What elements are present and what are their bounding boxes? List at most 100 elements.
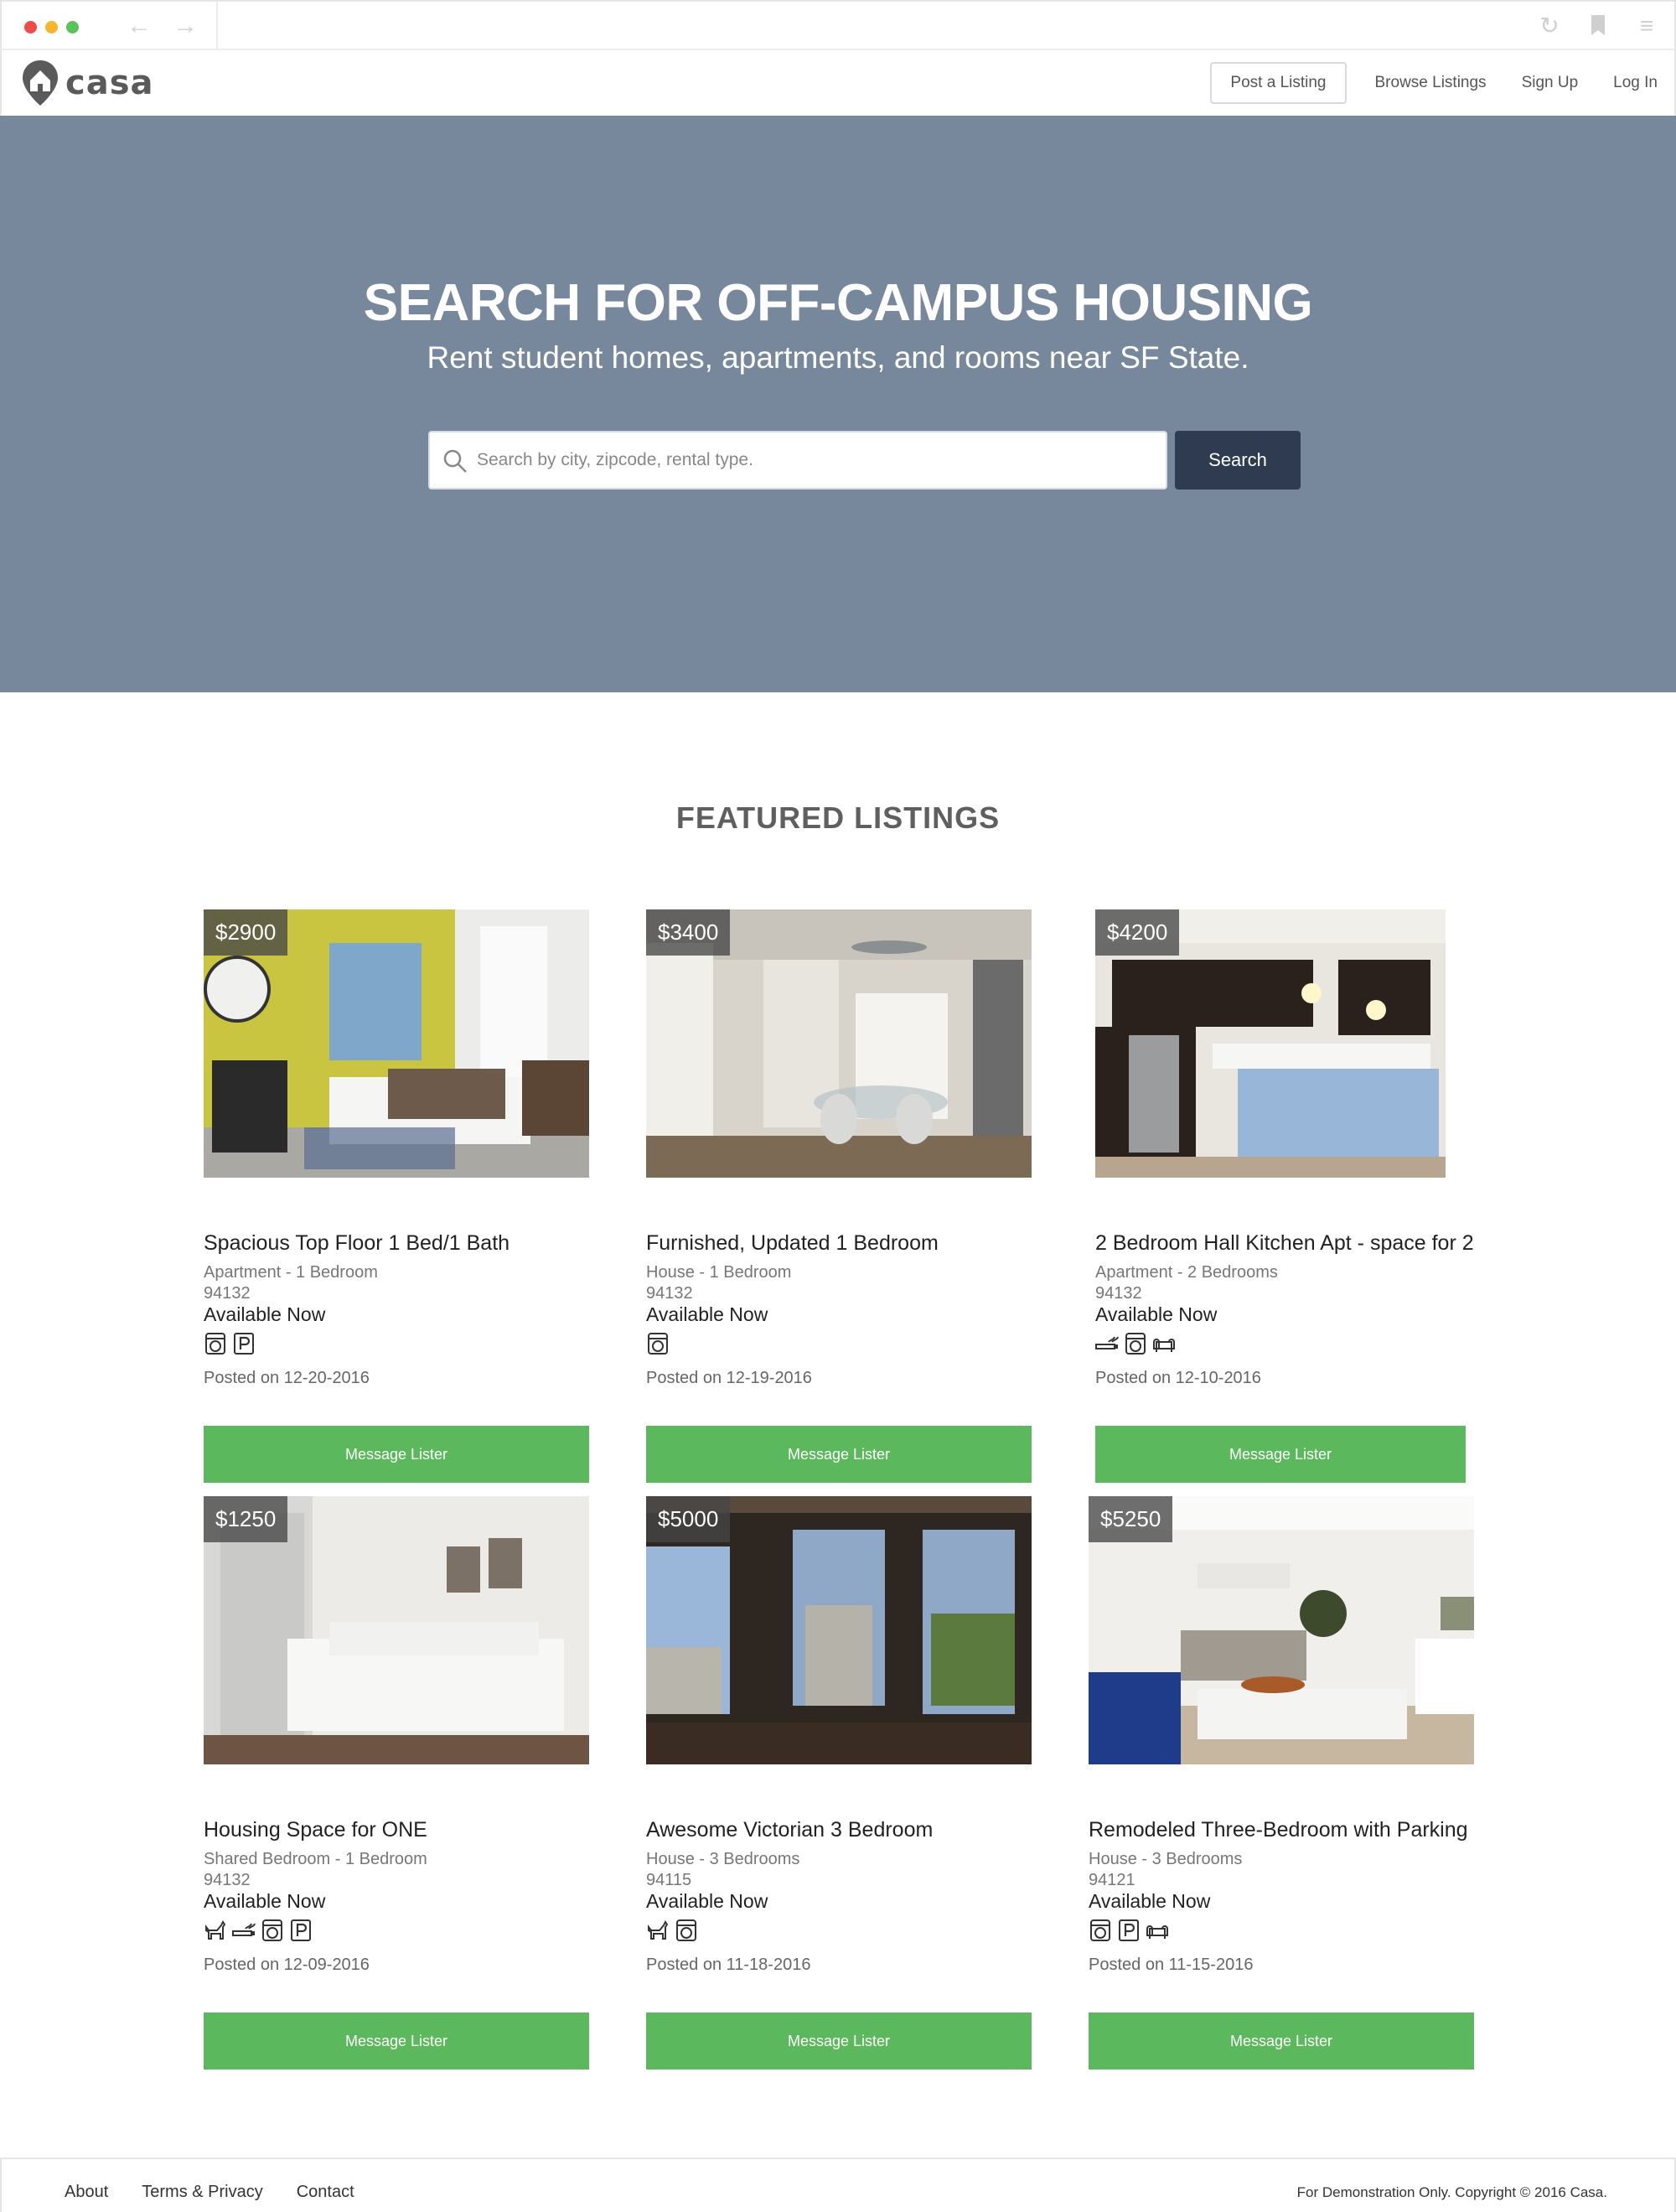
browse-listings-link[interactable]: Browse Listings bbox=[1375, 74, 1487, 92]
reload-icon[interactable]: ↻ bbox=[1537, 13, 1562, 39]
amenity-icons bbox=[1095, 1332, 1176, 1355]
listing-photo[interactable]: $3400 bbox=[646, 909, 1032, 1178]
search-button[interactable]: Search bbox=[1175, 431, 1301, 490]
posted-date: Posted on 12-19-2016 bbox=[646, 1369, 812, 1387]
listing-title[interactable]: Spacious Top Floor 1 Bed/1 Bath bbox=[204, 1231, 510, 1256]
price-badge: $5250 bbox=[1089, 1496, 1173, 1542]
listing-zip: 94121 bbox=[1089, 1871, 1135, 1889]
post-listing-button[interactable]: Post a Listing bbox=[1210, 62, 1347, 104]
posted-date: Posted on 11-18-2016 bbox=[646, 1956, 811, 1974]
message-lister-button[interactable]: Message Lister bbox=[204, 1426, 589, 1483]
close-window-button[interactable] bbox=[24, 21, 37, 34]
hero-title: SEARCH FOR OFF-CAMPUS HOUSING bbox=[363, 274, 1313, 332]
listing-card: $3400 Furnished, Updated 1 Bedroom House… bbox=[646, 909, 1032, 1483]
hero-subtitle: Rent student homes, apartments, and room… bbox=[427, 340, 1249, 375]
main-nav: Post a Listing Browse Listings Sign Up L… bbox=[1210, 62, 1658, 104]
laundry-icon bbox=[204, 1332, 227, 1355]
laundry-icon bbox=[261, 1919, 284, 1942]
laundry-icon bbox=[646, 1332, 670, 1355]
footer-contact-link[interactable]: Contact bbox=[297, 2183, 354, 2202]
listing-photo[interactable]: $2900 bbox=[204, 909, 589, 1178]
listing-type: Apartment - 2 Bedrooms bbox=[1095, 1263, 1278, 1282]
listing-card: $5000 Awesome Victorian 3 Bedroom House … bbox=[646, 1496, 1032, 2070]
log-in-link[interactable]: Log In bbox=[1613, 74, 1658, 92]
price-badge: $1250 bbox=[204, 1496, 288, 1542]
pets-icon bbox=[204, 1919, 227, 1942]
listing-title[interactable]: 2 Bedroom Hall Kitchen Apt - space for 2 bbox=[1095, 1231, 1474, 1256]
message-lister-button[interactable]: Message Lister bbox=[646, 1426, 1032, 1483]
bookmark-icon[interactable] bbox=[1585, 13, 1611, 39]
footer-about-link[interactable]: About bbox=[65, 2183, 108, 2202]
price-badge: $3400 bbox=[646, 909, 731, 956]
listing-availability: Available Now bbox=[1095, 1303, 1218, 1325]
minimize-window-button[interactable] bbox=[45, 21, 58, 34]
listing-photo[interactable]: $5000 bbox=[646, 1496, 1032, 1764]
featured-listings-heading: FEATURED LISTINGS bbox=[675, 800, 1001, 835]
price-badge: $5000 bbox=[646, 1496, 731, 1542]
site-header: casa Post a Listing Browse Listings Sign… bbox=[0, 50, 1676, 116]
laundry-icon bbox=[1089, 1919, 1112, 1942]
listing-availability: Available Now bbox=[1089, 1890, 1211, 1912]
listing-type: House - 1 Bedroom bbox=[646, 1263, 792, 1282]
listing-availability: Available Now bbox=[204, 1890, 326, 1912]
toolbar-divider bbox=[216, 2, 218, 50]
amenity-icons bbox=[204, 1332, 256, 1355]
listing-card: $2900 Spacious Top Floor 1 Bed/1 Bath Ap… bbox=[204, 909, 589, 1483]
posted-date: Posted on 12-09-2016 bbox=[204, 1956, 370, 1974]
casa-logo[interactable]: casa bbox=[20, 59, 154, 107]
message-lister-button[interactable]: Message Lister bbox=[646, 2013, 1032, 2070]
listing-photo[interactable]: $1250 bbox=[204, 1496, 589, 1764]
amenity-icons bbox=[646, 1332, 670, 1355]
listing-title[interactable]: Awesome Victorian 3 Bedroom bbox=[646, 1818, 933, 1842]
listing-zip: 94132 bbox=[204, 1284, 251, 1303]
parking-icon bbox=[289, 1919, 313, 1942]
message-lister-button[interactable]: Message Lister bbox=[1095, 1426, 1466, 1483]
house-pin-icon bbox=[23, 60, 58, 106]
listing-type: Shared Bedroom - 1 Bedroom bbox=[204, 1850, 427, 1868]
pets-icon bbox=[646, 1919, 670, 1942]
sign-up-link[interactable]: Sign Up bbox=[1522, 74, 1579, 92]
listing-title[interactable]: Remodeled Three-Bedroom with Parking bbox=[1089, 1818, 1468, 1842]
laundry-icon bbox=[675, 1919, 698, 1942]
logo-text: casa bbox=[65, 64, 154, 102]
listing-type: House - 3 Bedrooms bbox=[1089, 1850, 1243, 1868]
laundry-icon bbox=[1124, 1332, 1147, 1355]
listing-type: Apartment - 1 Bedroom bbox=[204, 1263, 378, 1282]
price-badge: $4200 bbox=[1095, 909, 1180, 956]
listing-card: $4200 2 Bedroom Hall Kitchen Apt - space… bbox=[1095, 909, 1481, 1483]
footer-terms-link[interactable]: Terms & Privacy bbox=[142, 2183, 262, 2202]
price-badge: $2900 bbox=[204, 909, 288, 956]
browser-toolbar: ← → ↻ ≡ bbox=[0, 0, 1676, 50]
listing-title[interactable]: Housing Space for ONE bbox=[204, 1818, 427, 1842]
listing-title[interactable]: Furnished, Updated 1 Bedroom bbox=[646, 1231, 939, 1256]
no-smoking-icon bbox=[232, 1919, 256, 1942]
no-smoking-icon bbox=[1095, 1332, 1119, 1355]
listing-type: House - 3 Bedrooms bbox=[646, 1850, 800, 1868]
listing-card: $1250 Housing Space for ONE Shared Bedro… bbox=[204, 1496, 589, 2070]
parking-icon bbox=[232, 1332, 256, 1355]
posted-date: Posted on 11-15-2016 bbox=[1089, 1956, 1254, 1974]
furnished-icon bbox=[1152, 1332, 1176, 1355]
listing-photo[interactable]: $4200 bbox=[1095, 909, 1446, 1178]
listing-zip: 94132 bbox=[646, 1284, 693, 1303]
maximize-window-button[interactable] bbox=[66, 21, 79, 34]
listing-zip: 94132 bbox=[204, 1871, 251, 1889]
forward-arrow-icon[interactable]: → bbox=[173, 13, 198, 39]
listing-card: $5250 Remodeled Three-Bedroom with Parki… bbox=[1089, 1496, 1474, 2070]
copyright-text: For Demonstration Only. Copyright © 2016… bbox=[1296, 2184, 1607, 2200]
listing-zip: 94132 bbox=[1095, 1284, 1142, 1303]
search-input[interactable] bbox=[477, 433, 1156, 488]
listing-availability: Available Now bbox=[646, 1303, 768, 1325]
posted-date: Posted on 12-20-2016 bbox=[204, 1369, 370, 1387]
message-lister-button[interactable]: Message Lister bbox=[1089, 2013, 1474, 2070]
back-arrow-icon[interactable]: ← bbox=[127, 13, 152, 39]
menu-icon[interactable]: ≡ bbox=[1634, 13, 1659, 39]
listing-availability: Available Now bbox=[204, 1303, 326, 1325]
amenity-icons bbox=[1089, 1919, 1169, 1942]
posted-date: Posted on 12-10-2016 bbox=[1095, 1369, 1261, 1387]
listing-photo[interactable]: $5250 bbox=[1089, 1496, 1474, 1764]
listing-availability: Available Now bbox=[646, 1890, 768, 1912]
message-lister-button[interactable]: Message Lister bbox=[204, 2013, 589, 2070]
listing-zip: 94115 bbox=[646, 1871, 692, 1889]
furnished-icon bbox=[1146, 1919, 1169, 1942]
